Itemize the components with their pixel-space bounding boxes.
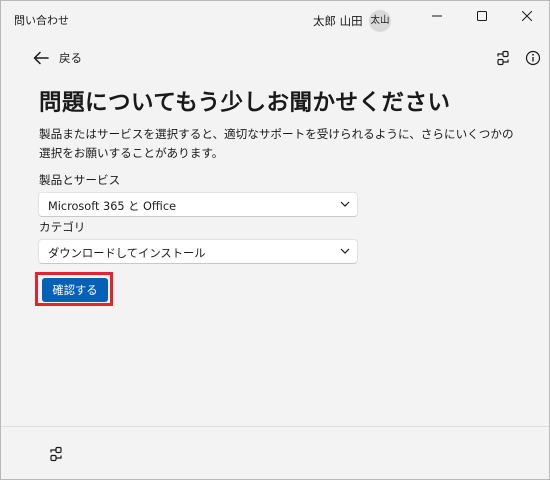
page-title: 問題についてもう少しお聞かせください [39,90,451,116]
user-name[interactable]: 太郎 山田 [313,13,363,29]
chevron-down-icon [340,248,350,254]
page-description: 製品またはサービスを選択すると、適切なサポートを受けられるように、さらにいくつか… [39,127,514,160]
maximize-button[interactable] [459,1,504,31]
close-icon [521,11,532,21]
avatar[interactable]: 太山 [369,10,391,32]
product-dropdown[interactable]: Microsoft 365 と Office [38,192,358,217]
title-bar: 問い合わせ 太郎 山田 太山 [1,1,549,39]
window-title: 問い合わせ [14,14,69,27]
connect-button[interactable] [493,48,513,68]
footer-connect-button[interactable] [46,444,66,464]
info-button[interactable] [523,48,543,68]
back-button[interactable]: 戻る [33,45,82,71]
back-arrow-icon [33,51,49,65]
product-label: 製品とサービス [39,173,121,187]
confirm-button[interactable]: 確認する [42,278,108,302]
back-label: 戻る [59,51,82,65]
category-value: ダウンロードしてインストール [48,247,206,260]
maximize-icon [476,11,487,21]
connect-icon [497,50,509,66]
product-value: Microsoft 365 と Office [48,200,177,213]
minimize-button[interactable] [414,1,459,31]
app-window: 問い合わせ 太郎 山田 太山 戻る 問題についてもう少しお聞かせください 製品ま… [0,0,550,480]
close-button[interactable] [504,1,549,31]
info-icon [525,50,541,66]
minimize-icon [431,15,442,17]
category-dropdown[interactable]: ダウンロードしてインストール [38,239,358,264]
chevron-down-icon [340,201,350,207]
footer-divider [1,426,549,427]
category-label: カテゴリ [39,220,86,234]
connect-icon [50,446,62,462]
